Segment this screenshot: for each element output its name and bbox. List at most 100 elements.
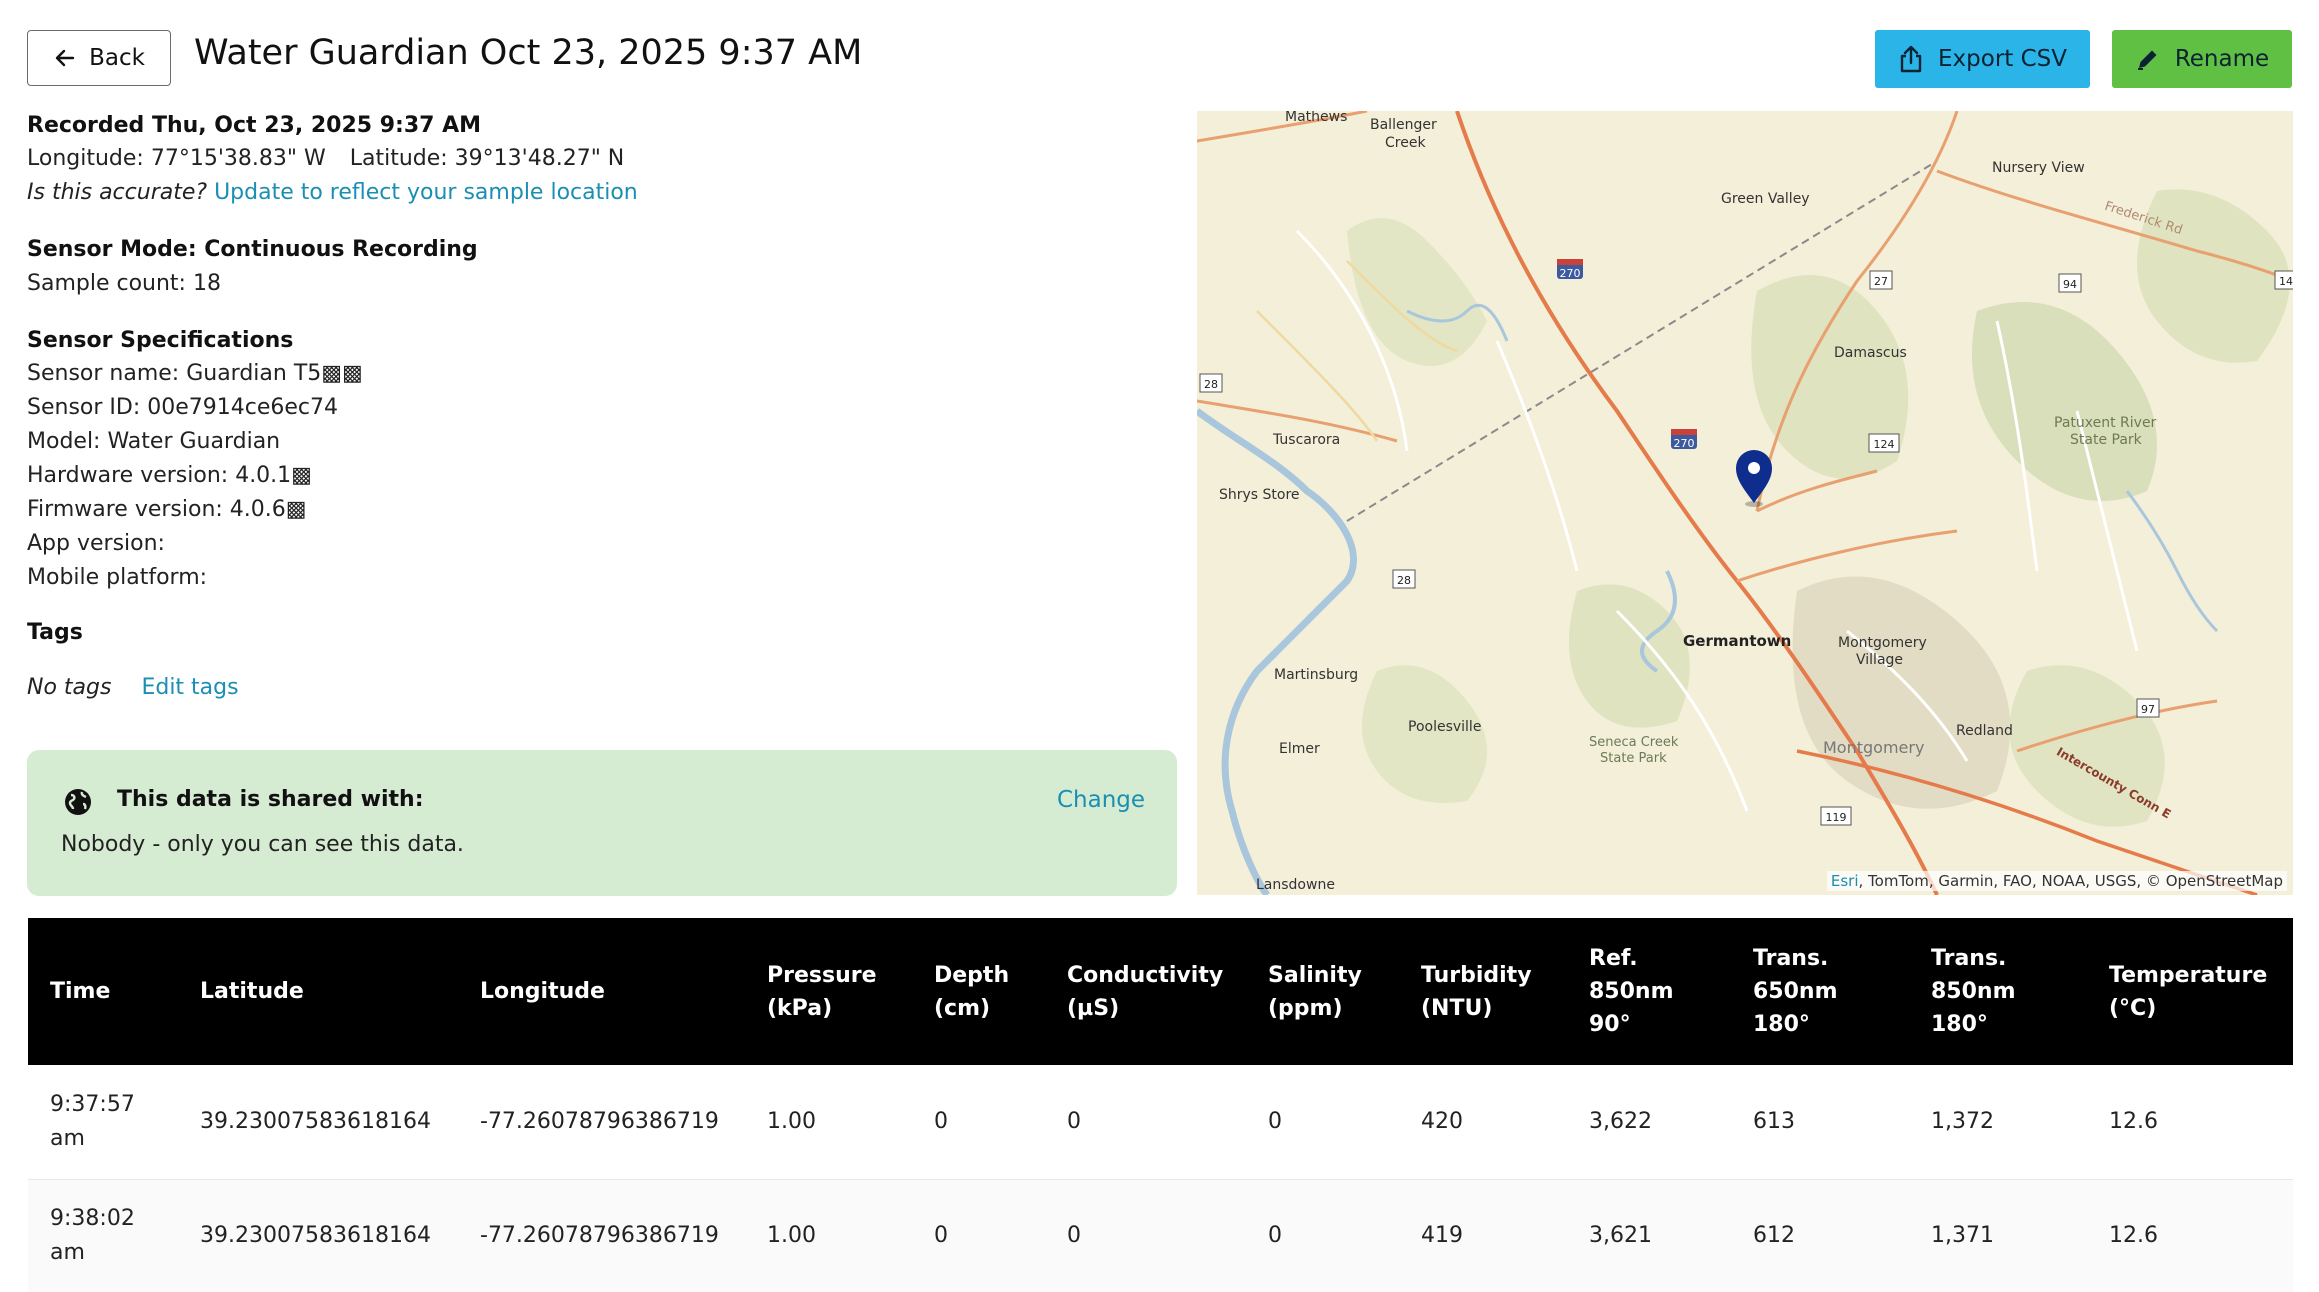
coordinates: Longitude: 77°15'38.83" W Latitude: 39°13… bbox=[27, 146, 624, 171]
map-label-patuxent-park: State Park bbox=[2070, 432, 2142, 448]
table-cell: 39.23007583618164 bbox=[200, 1108, 431, 1134]
pencil-icon bbox=[2137, 50, 2157, 70]
map-label-lansdowne: Lansdowne bbox=[1256, 877, 1335, 893]
table-header-row: Time Latitude Longitude Pressure (kPa) Depth (… bbox=[28, 918, 2293, 1065]
rename-button[interactable]: Rename bbox=[2112, 30, 2292, 88]
cell-text: am bbox=[50, 1125, 85, 1151]
table-cell: 1.00 bbox=[767, 1108, 816, 1134]
map-label-montgomery: Montgomery bbox=[1823, 738, 1925, 757]
column-header-text: (µS) bbox=[1067, 995, 1120, 1021]
app-version: App version: bbox=[27, 531, 165, 556]
column-header-text: Pressure bbox=[767, 962, 877, 988]
sharing-panel bbox=[27, 750, 1177, 896]
map-label-tuscarora: Tuscarora bbox=[1273, 432, 1341, 448]
column-header: Temperature (°C) bbox=[2087, 918, 2293, 1065]
column-header-text: (kPa) bbox=[767, 995, 833, 1021]
map-label-patuxent: Patuxent River bbox=[2054, 415, 2157, 431]
map-attribution: Esri, TomTom, Garmin, FAO, NOAA, USGS, ©… bbox=[1826, 871, 2287, 891]
accuracy-row: Is this accurate? Update to reflect your… bbox=[27, 180, 638, 205]
map-label-nursery-view: Nursery View bbox=[1992, 160, 2085, 176]
change-sharing-link[interactable]: Change bbox=[1057, 787, 1145, 813]
back-button[interactable]: Back bbox=[27, 30, 171, 86]
firmware-version: Firmware version: 4.0.6▩ bbox=[27, 497, 307, 522]
column-header-text: Latitude bbox=[200, 979, 304, 1004]
share-title: This data is shared with: bbox=[117, 787, 424, 812]
column-header: Turbidity (NTU) bbox=[1399, 918, 1567, 1065]
column-header-text: 180° bbox=[1753, 1012, 1810, 1037]
sample-count: Sample count: 18 bbox=[27, 271, 221, 296]
column-header-text: Trans. bbox=[1753, 946, 1829, 971]
table-cell: 419 bbox=[1421, 1223, 1463, 1248]
share-description: Nobody - only you can see this data. bbox=[61, 832, 464, 857]
column-header-text: Turbidity bbox=[1421, 962, 1532, 988]
column-header: Ref. 850nm 90° bbox=[1567, 918, 1731, 1065]
update-location-link[interactable]: Update to reflect your sample location bbox=[214, 180, 638, 205]
table-cell: 1.00 bbox=[767, 1223, 816, 1248]
column-header: Trans. 850nm 180° bbox=[1909, 918, 2087, 1065]
map-label-seneca-park: State Park bbox=[1600, 751, 1667, 766]
column-header: Longitude bbox=[458, 918, 745, 1065]
table-cell: -77.26078796386719 bbox=[480, 1223, 719, 1248]
shield-270b: 270 bbox=[1674, 437, 1695, 450]
map-label-green-valley: Green Valley bbox=[1721, 191, 1810, 207]
globe-icon bbox=[65, 789, 91, 815]
table-cell: -77.26078796386719 bbox=[480, 1108, 719, 1134]
column-header-text: (cm) bbox=[934, 995, 991, 1021]
table-cell: 12.6 bbox=[2109, 1223, 2158, 1248]
map-label-redland: Redland bbox=[1956, 723, 2013, 739]
export-csv-button[interactable]: Export CSV bbox=[1875, 30, 2090, 88]
hardware-version: Hardware version: 4.0.1▩ bbox=[27, 463, 312, 488]
latitude-value: Latitude: 39°13'48.27" N bbox=[349, 146, 625, 171]
column-header-text: Ref. bbox=[1589, 946, 1638, 971]
column-header-text: Temperature bbox=[2109, 962, 2268, 988]
shield-94: 94 bbox=[2063, 278, 2077, 291]
sensor-mode: Sensor Mode: Continuous Recording bbox=[27, 237, 478, 262]
esri-link[interactable]: Esri bbox=[1831, 872, 1859, 890]
sensor-model: Model: Water Guardian bbox=[27, 429, 281, 454]
cell-text: am bbox=[50, 1240, 85, 1265]
shield-28a: 28 bbox=[1204, 378, 1218, 391]
recorded-date: Recorded Thu, Oct 23, 2025 9:37 AM bbox=[27, 113, 482, 138]
cell-text: 9:38:02 bbox=[50, 1206, 135, 1231]
longitude-value: Longitude: 77°15'38.83" W bbox=[27, 146, 326, 171]
map-label-creek: Creek bbox=[1385, 135, 1426, 151]
shield-124: 124 bbox=[1874, 438, 1895, 451]
table-row: 9:37:57 am 39.23007583618164 -77.2607879638… bbox=[28, 1065, 2293, 1179]
accuracy-question: Is this accurate? bbox=[27, 180, 208, 205]
table-cell: 0 bbox=[934, 1223, 948, 1248]
map-label-ballenger: Ballenger bbox=[1370, 117, 1437, 133]
table-cell: 3,621 bbox=[1589, 1223, 1652, 1248]
specs-heading: Sensor Specifications bbox=[27, 328, 294, 353]
shield-27: 27 bbox=[1874, 275, 1888, 288]
table-cell: 0 bbox=[1268, 1223, 1282, 1248]
table-cell: 9:38:02 am bbox=[28, 1179, 178, 1292]
table-cell: 0 bbox=[1268, 1108, 1282, 1134]
table-cell: 39.23007583618164 bbox=[200, 1223, 431, 1248]
column-header: Depth (cm) bbox=[912, 918, 1045, 1065]
table-cell: 1,372 bbox=[1931, 1108, 1994, 1134]
location-map[interactable]: 270 270 27 94 28 28 124 119 97 14 Mathew… bbox=[1197, 111, 2293, 895]
column-header-text: (°C) bbox=[2109, 995, 2157, 1021]
column-header: Salinity (ppm) bbox=[1246, 918, 1399, 1065]
table-cell: 613 bbox=[1753, 1108, 1795, 1134]
column-header: Latitude bbox=[178, 918, 458, 1065]
map-tiles: 270 270 27 94 28 28 124 119 97 14 bbox=[1197, 111, 2293, 895]
cell-text: 9:37:57 bbox=[50, 1091, 135, 1117]
map-label-montgomery-village-1: Montgomery bbox=[1838, 635, 1927, 651]
column-header-text: 850nm bbox=[1589, 979, 1674, 1004]
table-cell: 0 bbox=[934, 1108, 948, 1134]
export-csv-label: Export CSV bbox=[1938, 46, 2067, 72]
map-label-elmer: Elmer bbox=[1279, 741, 1320, 757]
column-header-text: Conductivity bbox=[1067, 962, 1224, 988]
edit-tags-link[interactable]: Edit tags bbox=[141, 675, 238, 700]
column-header: Pressure (kPa) bbox=[745, 918, 912, 1065]
table-cell: 12.6 bbox=[2109, 1108, 2158, 1134]
table-cell: 0 bbox=[1067, 1108, 1081, 1134]
rename-label: Rename bbox=[2174, 46, 2270, 72]
map-label-poolesville: Poolesville bbox=[1408, 719, 1482, 735]
map-label-shrys-store: Shrys Store bbox=[1219, 487, 1300, 503]
shield-28b: 28 bbox=[1397, 574, 1411, 587]
column-header-text: 90° bbox=[1589, 1012, 1631, 1037]
arrow-left-icon bbox=[55, 49, 75, 67]
table-cell: 612 bbox=[1753, 1223, 1795, 1248]
